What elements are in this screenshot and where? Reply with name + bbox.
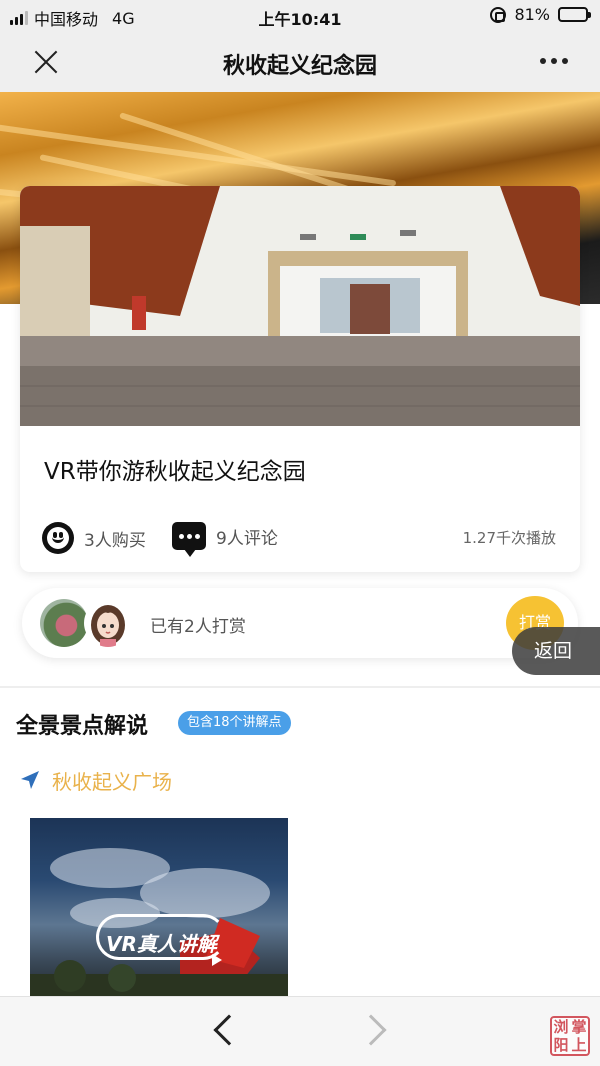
rotation-lock-icon <box>490 6 507 23</box>
vr-panorama-image[interactable] <box>20 186 580 426</box>
comment-icon[interactable] <box>172 522 206 557</box>
video-card[interactable]: VR带你游秋收起义纪念园 3人购买 9人评论 1.27千次播放 <box>20 186 580 572</box>
watermark-char: 掌 <box>571 1018 587 1036</box>
spot-thumbnail[interactable]: VR真人讲解 <box>30 818 288 996</box>
watermark-stamp: 浏 掌 阳 上 <box>550 1016 590 1056</box>
spot-name[interactable]: 秋收起义广场 <box>52 766 172 795</box>
bottom-toolbar <box>0 996 600 1066</box>
reward-text: 已有2人打赏 <box>150 617 246 637</box>
thumbnail-label: VR真人讲解 <box>106 932 217 956</box>
nav-bar: 秋收起义纪念园 <box>0 32 600 92</box>
purchase-stat: 3人购买 <box>42 522 146 554</box>
section-badge: 包含18个讲解点 <box>178 711 291 735</box>
status-right: 81% <box>490 5 591 24</box>
video-title[interactable]: VR带你游秋收起义纪念园 <box>44 452 306 486</box>
page-title: 秋收起义纪念园 <box>222 54 377 79</box>
purchase-count: 3人购买 <box>84 530 146 551</box>
comment-count[interactable]: 9人评论 <box>216 524 278 549</box>
smile-icon <box>42 522 74 554</box>
forward-arrow-icon[interactable] <box>355 1014 387 1046</box>
avatar <box>84 599 132 647</box>
divider <box>0 686 600 688</box>
status-bar: 中国移动 4G 上午10:41 81% <box>0 0 600 32</box>
comment-stat[interactable]: 9人评论 <box>172 522 278 557</box>
location-arrow-icon <box>21 771 39 789</box>
back-button[interactable]: 返回 <box>512 627 600 675</box>
back-arrow-icon[interactable] <box>213 1014 245 1046</box>
battery-percent: 81% <box>514 5 550 24</box>
watermark-char: 浏 <box>553 1018 569 1036</box>
section-title: 全景景点解说 <box>16 714 149 739</box>
reward-bar: 已有2人打赏 打赏 <box>22 588 578 658</box>
battery-icon <box>558 7 591 22</box>
avatar <box>40 599 88 647</box>
play-count: 1.27千次播放 <box>462 529 556 547</box>
watermark-char: 阳 <box>553 1036 569 1054</box>
more-dots-icon[interactable] <box>540 58 568 64</box>
watermark-char: 上 <box>571 1036 587 1054</box>
